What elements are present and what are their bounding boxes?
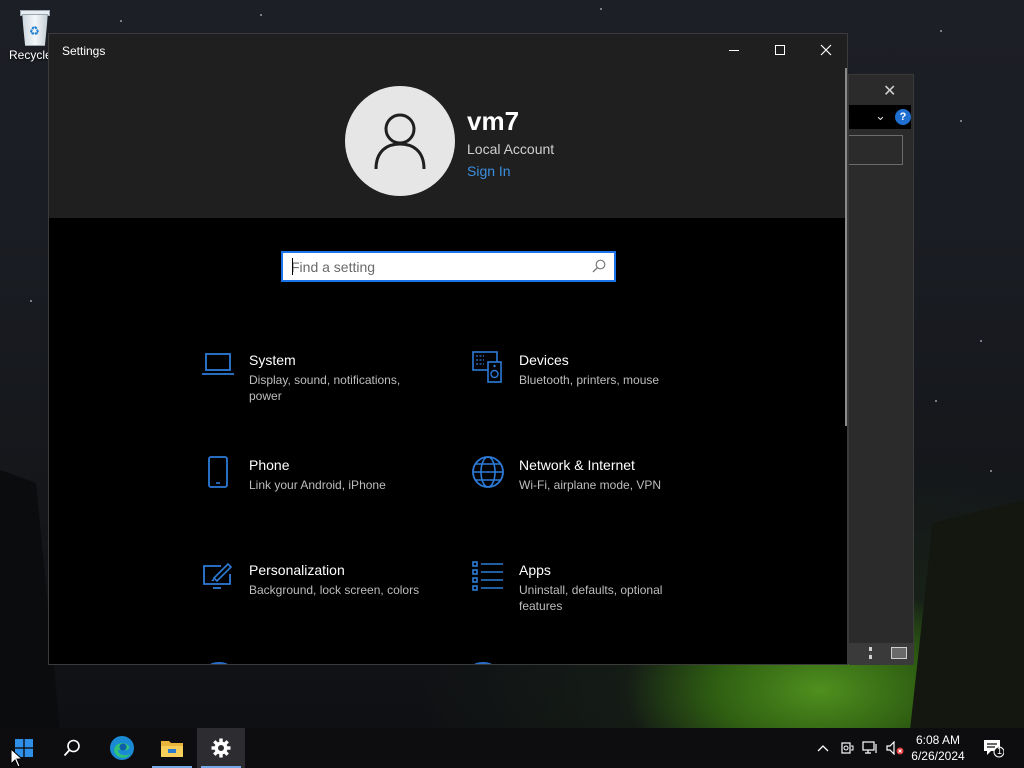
taskbar-edge-button[interactable] [98, 728, 146, 768]
maximize-button[interactable] [757, 34, 803, 66]
close-icon[interactable]: ✕ [883, 81, 896, 101]
chevron-down-icon[interactable]: ⌄ [875, 108, 886, 124]
wallpaper-hill [910, 500, 1024, 730]
category-name: Phone [249, 457, 290, 473]
folder-icon [161, 741, 183, 757]
scrollbar[interactable] [845, 68, 847, 426]
edge-browser-icon [110, 736, 134, 760]
category-name: Apps [519, 562, 551, 578]
network-icon [862, 741, 877, 754]
background-window-field[interactable] [849, 135, 903, 165]
paintbrush-screen-icon [201, 560, 249, 600]
account-type: Local Account [467, 141, 555, 157]
account-header: vm7 Local Account Sign In [49, 68, 847, 218]
gear-icon [211, 738, 231, 758]
laptop-icon [201, 350, 249, 390]
taskbar-file-explorer-button[interactable] [148, 728, 196, 768]
title-bar[interactable]: Settings [49, 34, 847, 68]
chevron-up-icon [817, 745, 829, 752]
next-category-peek [473, 662, 493, 664]
phone-icon [201, 455, 249, 495]
maximize-icon [775, 45, 785, 55]
search-box[interactable] [281, 251, 616, 282]
taskbar-search-button[interactable] [48, 728, 96, 768]
globe-icon [471, 455, 519, 495]
window-title: Settings [62, 44, 106, 58]
category-name: Devices [519, 352, 569, 368]
tray-device-button[interactable] [838, 728, 856, 768]
category-name: Network & Internet [519, 457, 635, 473]
background-window[interactable]: ✕ ⌄ ? [848, 74, 914, 665]
preview-view-icon[interactable] [891, 647, 907, 659]
volume-muted-icon [886, 741, 904, 755]
minimize-icon [729, 49, 739, 51]
search-icon[interactable] [592, 259, 606, 273]
clock[interactable]: 6:08 AM 6/26/2024 [906, 732, 970, 764]
tray-network-button[interactable] [860, 728, 882, 768]
category-description: Display, sound, notifications, power [249, 373, 401, 403]
close-button[interactable] [803, 34, 847, 66]
category-phone[interactable]: Phone Link your Android, iPhone [201, 455, 431, 495]
notification-count: 1 [997, 746, 1003, 756]
taskbar-settings-button[interactable] [197, 728, 245, 768]
taskbar: 6:08 AM 6/26/2024 1 [0, 728, 1024, 768]
close-icon [820, 44, 832, 56]
keyboard-speaker-icon [471, 350, 519, 390]
device-icon [841, 742, 854, 754]
category-description: Link your Android, iPhone [249, 478, 386, 492]
tray-volume-button[interactable] [884, 728, 906, 768]
category-devices[interactable]: Devices Bluetooth, printers, mouse [471, 350, 701, 390]
category-apps[interactable]: Apps Uninstall, defaults, optional featu… [471, 560, 701, 614]
category-name: System [249, 352, 296, 368]
sign-in-link[interactable]: Sign In [467, 163, 511, 179]
action-center-button[interactable]: 1 [978, 728, 1008, 768]
apps-list-icon [471, 560, 519, 600]
category-description: Uninstall, defaults, optional features [519, 583, 663, 613]
search-icon [63, 739, 80, 757]
category-description: Wi-Fi, airplane mode, VPN [519, 478, 662, 492]
mouse-pointer-icon [10, 748, 24, 768]
category-system[interactable]: System Display, sound, notifications, po… [201, 350, 431, 404]
show-hidden-icons-button[interactable] [814, 728, 832, 768]
category-name: Personalization [249, 562, 345, 578]
settings-window: Settings vm7 Local Account Sign In Find … [48, 33, 848, 665]
next-category-peek [209, 662, 229, 664]
user-icon [374, 113, 426, 170]
minimize-button[interactable] [711, 34, 757, 66]
help-icon[interactable]: ? [895, 109, 911, 125]
category-description: Background, lock screen, colors [249, 583, 420, 597]
recycle-bin-icon: ♻ [16, 6, 52, 46]
category-network-internet[interactable]: Network & Internet Wi-Fi, airplane mode,… [471, 455, 701, 495]
category-description: Bluetooth, printers, mouse [519, 373, 660, 387]
clock-time: 6:08 AM [915, 733, 961, 747]
details-view-icon[interactable] [869, 647, 883, 659]
clock-date: 6/26/2024 [911, 749, 965, 763]
start-button[interactable] [0, 728, 48, 768]
avatar[interactable] [345, 86, 455, 196]
account-name: vm7 [467, 106, 520, 136]
search-input[interactable] [283, 258, 583, 275]
category-personalization[interactable]: Personalization Background, lock screen,… [201, 560, 431, 600]
text-caret [292, 258, 293, 275]
